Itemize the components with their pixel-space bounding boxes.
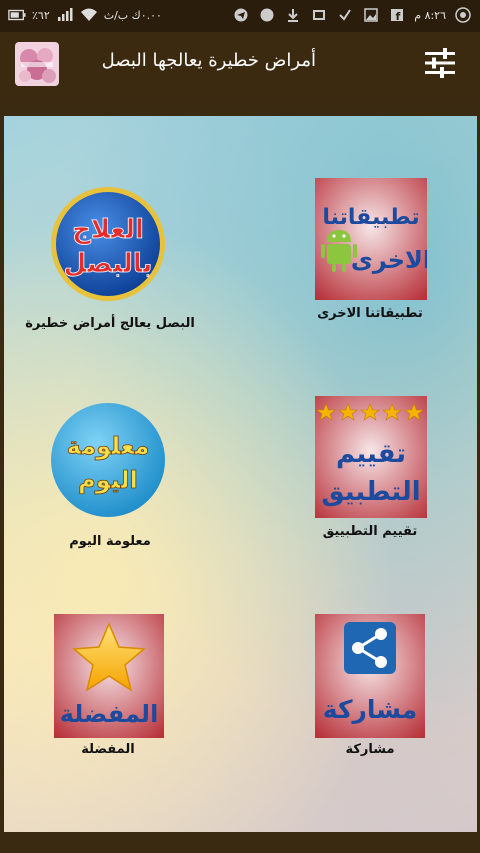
other-apps-image-line1: تطبيقاتنا [322, 205, 419, 230]
favorites-image: المفضلة [54, 614, 164, 738]
rate-app-image-line2: التطبيق [321, 477, 420, 507]
tile-daily-info[interactable]: معلومة اليوم معلومة اليوم [20, 402, 220, 552]
other-apps-image-line2: الاخرى [351, 246, 427, 274]
filter-settings-button[interactable] [420, 46, 460, 84]
wifi-icon [80, 6, 98, 24]
rate-app-image: تقييم التطبيق [315, 396, 427, 518]
share-image-line1: مشاركة [323, 695, 417, 724]
check-icon [336, 6, 354, 24]
daily-info-image-line1: معلومة [67, 432, 150, 460]
share-label: مشاركة [345, 742, 395, 757]
favorites-image-line1: المفضلة [60, 700, 159, 728]
tile-other-apps[interactable]: تطبيقاتنا الاخرى تطبيقاتنا الاخرى [270, 178, 470, 328]
chat-icon [258, 6, 276, 24]
onion-image-line1: العلاج [72, 215, 144, 245]
tile-rate-app[interactable]: تقييم التطبيق تقييم التطبييق [270, 396, 470, 546]
daily-info-image: معلومة اليوم [50, 402, 166, 518]
share-image: مشاركة [315, 614, 425, 738]
battery-percentage: ٪٦٢ [32, 8, 50, 22]
filter-settings-icon [423, 47, 457, 83]
svg-text:f: f [396, 10, 401, 22]
app-title: أمراض خطيرة يعالجها البصل [101, 50, 316, 71]
network-speed: ٠.٠٠ك ب/ث [103, 8, 162, 22]
telegram-icon [232, 6, 250, 24]
tile-share[interactable]: مشاركة مشاركة [270, 614, 470, 764]
onion-treatment-image: العلاج بالبصل [50, 186, 166, 302]
other-apps-image: تطبيقاتنا الاخرى [315, 178, 427, 300]
rate-app-image-line1: تقييم [336, 439, 406, 469]
daily-info-image-line2: اليوم [78, 466, 138, 494]
facebook-icon: f [388, 6, 406, 24]
signal-icon [56, 6, 74, 24]
mail-icon [310, 6, 328, 24]
share-icon [344, 622, 396, 674]
status-time: ٨:٢٦ م [414, 8, 446, 22]
onion-treatment-label: البصل يعالج أمراض خطيرة [25, 316, 195, 331]
battery-icon [8, 6, 26, 24]
app-bar: أمراض خطيرة يعالجها البصل [0, 32, 480, 98]
whatsapp-icon [454, 6, 472, 24]
app-logo [15, 42, 59, 86]
rate-app-label: تقييم التطبييق [322, 524, 418, 539]
onion-image-line2: بالبصل [64, 249, 153, 279]
status-bar: ٪٦٢ ٠.٠٠ك ب/ث f ٨:٢٦ م [0, 0, 480, 32]
tile-favorites[interactable]: المفضلة المفضلة [20, 614, 220, 764]
image-icon [362, 6, 380, 24]
tile-onion-treatment[interactable]: العلاج بالبصل البصل يعالج أمراض خطيرة [20, 185, 220, 335]
other-apps-label: تطبيقاتنا الاخرى [317, 306, 423, 321]
download-icon [284, 6, 302, 24]
daily-info-label: معلومة اليوم [69, 534, 151, 549]
favorites-label: المفضلة [81, 742, 135, 757]
